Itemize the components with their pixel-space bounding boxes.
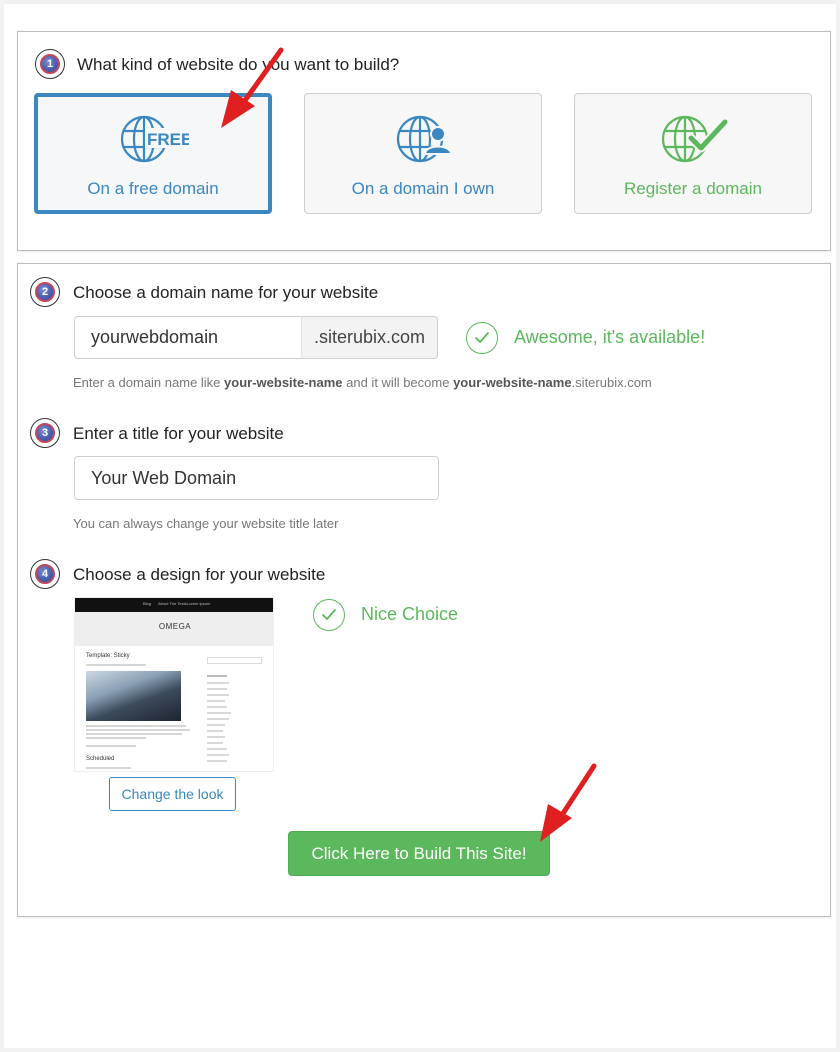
step-2-title: Choose a domain name for your website xyxy=(73,283,379,302)
website-type-panel: 1 What kind of website do you want to bu… xyxy=(17,31,831,251)
preview-section-title: Scheduled xyxy=(86,756,115,762)
design-chosen-icon xyxy=(313,599,345,631)
build-site-button[interactable]: Click Here to Build This Site! xyxy=(288,831,550,876)
change-look-button[interactable]: Change the look xyxy=(109,777,236,811)
domain-available-icon xyxy=(466,322,498,354)
preview-post-image xyxy=(86,671,181,721)
step-2-badge: 2 xyxy=(30,277,60,307)
option-own-domain-label: On a domain I own xyxy=(351,179,495,198)
preview-header: OMEGA xyxy=(75,612,273,646)
step-3-badge: 3 xyxy=(30,418,60,448)
globe-user-icon xyxy=(396,115,452,163)
site-details-panel xyxy=(17,263,831,917)
globe-check-icon xyxy=(661,115,729,163)
option-free-domain-label: On a free domain xyxy=(87,179,219,198)
preview-post-title: Template: Sticky xyxy=(86,653,130,659)
domain-suffix: .siterubix.com xyxy=(301,316,438,359)
step-4-title: Choose a design for your website xyxy=(73,565,326,584)
site-title-input[interactable] xyxy=(74,456,439,500)
page: 1 What kind of website do you want to bu… xyxy=(4,4,836,1048)
step-3-title: Enter a title for your website xyxy=(73,424,284,443)
domain-name-input[interactable] xyxy=(74,316,301,359)
option-register-domain-label: Register a domain xyxy=(624,179,762,198)
step-4-badge: 4 xyxy=(30,559,60,589)
annotation-arrow-icon xyxy=(221,47,284,128)
step-1-badge: 1 xyxy=(35,49,65,79)
annotation-arrow-icon xyxy=(540,763,597,842)
design-chosen-text: Nice Choice xyxy=(361,604,459,624)
option-register-domain[interactable]: Register a domain xyxy=(574,93,812,214)
preview-nav-bar: Blog About The Tests Lorem Ipsum xyxy=(75,598,273,612)
option-own-domain[interactable]: On a domain I own xyxy=(304,93,542,214)
globe-free-icon: FREE xyxy=(120,115,189,163)
site-title-help-text: You can always change your website title… xyxy=(73,516,339,531)
design-preview-thumbnail: Blog About The Tests Lorem Ipsum OMEGA T… xyxy=(74,597,274,772)
svg-text:FREE: FREE xyxy=(147,130,189,149)
domain-available-text: Awesome, it's available! xyxy=(514,327,706,347)
domain-help-text: Enter a domain name like your-website-na… xyxy=(73,375,652,390)
